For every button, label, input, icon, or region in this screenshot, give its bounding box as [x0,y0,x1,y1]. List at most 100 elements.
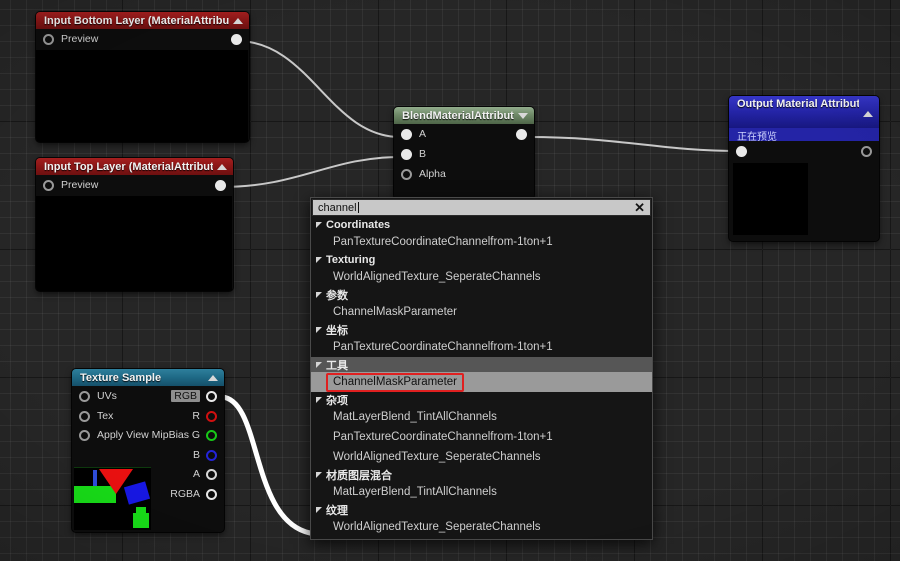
node-header[interactable]: Input Top Layer (MaterialAttributes) [36,158,233,175]
pin-label: UVs [97,390,117,402]
pin-row-preview[interactable]: Preview [36,175,233,195]
menu-category-label: 纹理 [326,504,348,517]
pin-row-r[interactable]: R [154,406,224,426]
input-pin-tex[interactable] [79,410,90,422]
input-pin-a[interactable] [401,128,412,140]
menu-category-label: 参数 [326,289,348,302]
menu-category[interactable]: 坐标 [311,322,652,337]
menu-category[interactable]: 杂项 [311,392,652,407]
output-pin-a[interactable] [206,468,217,480]
pin-row-preview[interactable]: Preview [36,29,249,49]
node-output-material-attributes[interactable]: Output Material Attributes 正在预览 [729,96,879,241]
menu-item-label: ChannelMaskParameter [333,306,458,318]
node-input-bottom-layer[interactable]: Input Bottom Layer (MaterialAttributes) … [36,12,249,142]
node-texture-sample[interactable]: Texture Sample UVs Tex Apply View MipBia… [72,369,224,532]
node-header[interactable]: BlendMaterialAttributes [394,107,534,124]
output-pin-b[interactable] [206,449,217,461]
input-pin-apply-view-mipbias[interactable] [79,429,90,441]
pin-row-a[interactable]: A [394,124,534,144]
pin-row-a[interactable]: A [154,464,224,484]
output-pin[interactable] [861,145,872,157]
node-header[interactable]: Input Bottom Layer (MaterialAttributes) [36,12,249,29]
node-search-menu[interactable]: channel ✕ Coordinates PanTextureCoordinat… [310,197,653,540]
triangle-up-icon[interactable] [208,374,218,381]
menu-category-label: Coordinates [326,218,391,231]
menu-category[interactable]: 工具 [311,357,652,372]
triangle-expanded-icon[interactable] [316,396,322,403]
input-pin-preview[interactable] [43,33,54,45]
pin-label: Alpha [419,168,446,180]
node-input-top-layer[interactable]: Input Top Layer (MaterialAttributes) Pre… [36,158,233,291]
triangle-up-icon[interactable] [863,111,873,117]
triangle-expanded-icon[interactable] [316,471,322,478]
input-pin-b[interactable] [401,148,412,160]
pin-label: RGBA [170,488,200,500]
pin-label: Preview [61,33,99,45]
menu-category-label: 坐标 [326,324,348,337]
output-pin-r[interactable] [206,410,217,422]
menu-category-label: 工具 [326,359,348,372]
node-body [729,141,879,241]
menu-item[interactable]: PanTextureCoordinateChannelfrom-1ton+1 [311,337,652,357]
menu-item[interactable]: MatLayerBlend_TintAllChannels [311,407,652,427]
triangle-expanded-icon[interactable] [316,256,322,263]
pin-row-alpha[interactable]: Alpha [394,164,534,184]
input-pin-material-attributes[interactable] [736,145,747,157]
node-header[interactable]: Output Material Attributes [729,96,879,128]
output-pin-rgba[interactable] [206,488,217,500]
triangle-expanded-icon[interactable] [316,326,322,333]
menu-item[interactable]: WorldAlignedTexture_SeperateChannels [311,447,652,467]
pin-label: A [192,468,200,480]
pin-row-g[interactable]: G [154,425,224,445]
triangle-down-icon[interactable] [518,112,528,119]
menu-category[interactable]: 纹理 [311,502,652,517]
output-pin[interactable] [231,33,242,45]
pin-row-b[interactable]: B [394,144,534,164]
node-header[interactable]: Texture Sample [72,369,224,386]
search-value: channel [318,201,357,214]
output-pin[interactable] [215,179,226,191]
menu-category[interactable]: Coordinates [311,217,652,232]
menu-category[interactable]: 参数 [311,287,652,302]
node-status-text: 正在预览 [729,128,879,143]
pin-label: G [191,429,200,441]
pin-row-rgb[interactable]: RGB [154,386,224,406]
triangle-expanded-icon[interactable] [316,221,322,228]
menu-category-label: Texturing [326,253,376,266]
triangle-up-icon[interactable] [233,17,243,24]
pin-label: Preview [61,179,99,191]
menu-item-label: WorldAlignedTexture_SeperateChannels [333,521,541,533]
pin-row-rgba[interactable]: RGBA [148,484,224,504]
input-pin-alpha[interactable] [401,168,412,180]
output-pin[interactable] [516,128,527,140]
text-caret [357,201,359,213]
menu-category-label: 材质图层混合 [326,469,392,482]
input-pin-preview[interactable] [43,179,54,191]
output-pin-rgb[interactable] [206,390,217,402]
triangle-expanded-icon[interactable] [316,361,322,368]
menu-item[interactable]: MatLayerBlend_TintAllChannels [311,482,652,502]
output-pin-g[interactable] [206,429,217,441]
menu-item[interactable]: WorldAlignedTexture_SeperateChannels [311,517,652,537]
search-input[interactable]: channel ✕ [312,199,651,216]
triangle-expanded-icon[interactable] [316,291,322,298]
node-title: Input Top Layer (MaterialAttributes) [44,160,213,173]
node-title: Texture Sample [80,371,162,384]
menu-item[interactable]: ChannelMaskParameter [311,302,652,322]
triangle-expanded-icon[interactable] [316,506,322,513]
menu-category[interactable]: Texturing [311,252,652,267]
pin-row-b[interactable]: B [154,445,224,465]
menu-category[interactable]: 材质图层混合 [311,467,652,482]
menu-list[interactable]: Coordinates PanTextureCoordinateChannelfr… [311,217,652,537]
input-pin-uvs[interactable] [79,390,90,402]
menu-item[interactable]: PanTextureCoordinateChannelfrom-1ton+1 [311,232,652,252]
pin-label: A [419,128,427,140]
menu-item[interactable]: WorldAlignedTexture_SeperateChannels [311,267,652,287]
pin-label: RGB [171,390,200,402]
node-blend-material-attributes[interactable]: BlendMaterialAttributes A B Alpha [394,107,534,199]
menu-item[interactable]: ChannelMaskParameter [311,372,652,392]
triangle-up-icon[interactable] [217,163,227,170]
close-icon[interactable]: ✕ [632,201,647,214]
menu-item[interactable]: PanTextureCoordinateChannelfrom-1ton+1 [311,427,652,447]
pin-row-attributes[interactable] [729,141,879,161]
